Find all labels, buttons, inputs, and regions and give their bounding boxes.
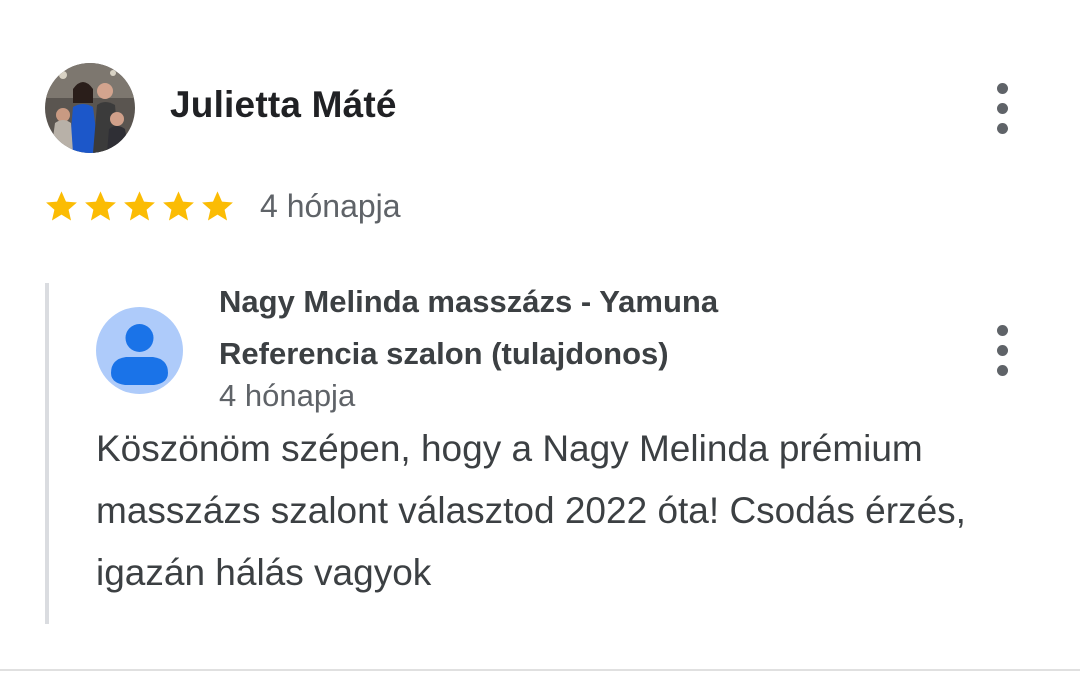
star-icon	[46, 190, 77, 221]
review-card: Julietta Máté 4 hónapja Nagy Melinda mas…	[0, 0, 1080, 675]
divider	[0, 669, 1080, 671]
reviewer-avatar[interactable]	[45, 63, 135, 153]
reply-text: Köszönöm szépen, hogy a Nagy Melinda pré…	[96, 428, 966, 593]
reviewer-name[interactable]: Julietta Máté	[170, 84, 397, 126]
star-icon	[85, 190, 116, 221]
reply-more-options-icon[interactable]	[980, 320, 1024, 380]
star-icon	[202, 190, 233, 221]
reply-indent-bar	[45, 283, 49, 624]
review-time: 4 hónapja	[260, 187, 401, 224]
rating-row: 4 hónapja	[43, 184, 401, 228]
star-icon	[124, 190, 155, 221]
owner-avatar	[96, 307, 183, 394]
star-rating	[43, 188, 236, 225]
review-more-options-icon[interactable]	[980, 78, 1024, 138]
reply-time: 4 hónapja	[219, 378, 356, 413]
star-icon	[163, 190, 194, 221]
owner-name: Nagy Melinda masszázs - Yamuna Referenci…	[219, 284, 719, 371]
